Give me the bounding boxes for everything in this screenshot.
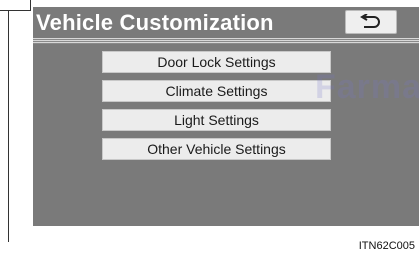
frame-corner — [0, 0, 31, 11]
back-button[interactable] — [345, 10, 397, 34]
watermark-text: FarmaSC — [315, 68, 419, 106]
figure-code: ITN62C005 — [358, 240, 415, 252]
back-arrow-icon — [360, 14, 380, 28]
screen-header: Vehicle Customization — [33, 7, 419, 47]
vehicle-customization-screen: Vehicle Customization Door Lock Settings… — [33, 7, 419, 226]
frame-line — [8, 10, 9, 242]
screen-title: Vehicle Customization — [36, 10, 274, 35]
other-vehicle-settings-button[interactable]: Other Vehicle Settings — [102, 138, 331, 160]
climate-settings-button[interactable]: Climate Settings — [102, 80, 331, 102]
header-divider — [33, 38, 419, 44]
settings-menu: Door Lock Settings Climate Settings Ligh… — [102, 51, 331, 167]
light-settings-button[interactable]: Light Settings — [102, 109, 331, 131]
door-lock-settings-button[interactable]: Door Lock Settings — [102, 51, 331, 73]
